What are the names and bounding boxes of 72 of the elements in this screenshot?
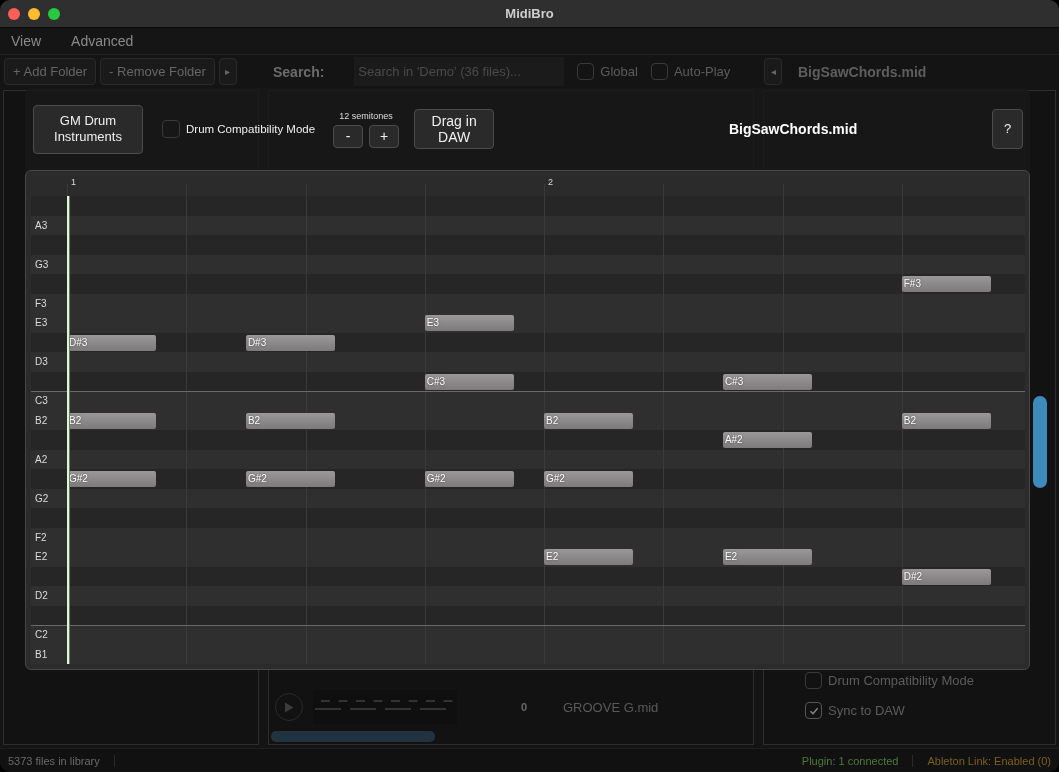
transpose-label: 12 semitones xyxy=(339,110,393,121)
close-button[interactable] xyxy=(8,8,20,20)
scrollbar[interactable] xyxy=(271,731,435,742)
note[interactable]: G#2 xyxy=(245,471,336,487)
note[interactable]: B2 xyxy=(245,412,336,429)
menu-item[interactable]: Advanced xyxy=(71,33,134,49)
key-label: E3 xyxy=(34,316,49,330)
count-text: 0 xyxy=(519,701,527,713)
checkbox-label: Drum Compatibility Mode xyxy=(186,123,316,135)
note[interactable]: C#3 xyxy=(424,373,515,390)
note[interactable]: B2 xyxy=(901,412,992,429)
note[interactable]: E3 xyxy=(424,315,515,331)
drum-instruments-button[interactable]: GM Drum Instruments xyxy=(33,104,143,154)
expand-button[interactable]: ▸ xyxy=(218,58,237,85)
key-label: G2 xyxy=(34,491,50,506)
file-title: BigSawChords.mid xyxy=(798,63,927,80)
minimize-button[interactable] xyxy=(28,8,40,20)
remove-folder-button[interactable]: - Remove Folder xyxy=(100,58,215,85)
key-label: A3 xyxy=(34,218,49,233)
checkbox-label: Sync to DAW xyxy=(828,703,905,718)
transpose-up-button[interactable]: + xyxy=(369,124,400,148)
file-name[interactable]: GROOVE G.mid xyxy=(563,699,659,715)
checkbox[interactable] xyxy=(162,120,180,138)
collapse-button[interactable]: ◂ xyxy=(764,58,782,85)
bar-number: 1 xyxy=(71,177,76,187)
dialog-title: BigSawChords.mid xyxy=(727,121,859,137)
key-label: F3 xyxy=(34,296,48,311)
note[interactable]: F#3 xyxy=(901,276,992,292)
drag-button[interactable]: Drag in DAW xyxy=(414,109,495,149)
note[interactable]: D#3 xyxy=(67,334,157,351)
note[interactable]: B2 xyxy=(544,412,634,429)
checkbox-label: Drum Compatibility Mode xyxy=(828,673,974,688)
key-label: C3 xyxy=(34,394,49,408)
key-label: D3 xyxy=(34,355,49,369)
key-label: C2 xyxy=(34,628,49,642)
help-button[interactable]: ? xyxy=(992,109,1023,149)
key-label: A2 xyxy=(34,452,49,467)
note[interactable]: B2 xyxy=(67,412,157,429)
checkbox-label: Auto-Play xyxy=(673,64,731,79)
bar-number: 2 xyxy=(548,177,553,187)
key-label: E2 xyxy=(34,550,49,564)
checkbox[interactable] xyxy=(577,63,595,80)
link-status: Ableton Link: Enabled (0) xyxy=(927,754,1051,767)
zoom-button[interactable] xyxy=(48,8,60,20)
key-label: D2 xyxy=(34,589,49,603)
checkbox[interactable] xyxy=(805,702,822,719)
note[interactable]: E2 xyxy=(544,549,634,565)
window-title: MidiBro xyxy=(505,6,554,21)
note[interactable]: A#2 xyxy=(722,432,813,448)
scrollbar[interactable] xyxy=(1033,396,1047,488)
checkbox[interactable] xyxy=(805,672,822,689)
note[interactable]: C#3 xyxy=(722,373,813,390)
checkbox-label: Global xyxy=(600,64,638,79)
search-label: Search: xyxy=(273,63,325,80)
play-icon xyxy=(284,701,294,713)
checkmark-icon xyxy=(808,705,819,716)
add-folder-button[interactable]: + Add Folder xyxy=(4,58,97,85)
plugin-status: Plugin: 1 connected xyxy=(801,754,899,767)
key-label: B1 xyxy=(34,647,49,662)
note[interactable]: G#2 xyxy=(424,471,515,487)
note[interactable]: D#3 xyxy=(245,334,336,351)
key-label: B2 xyxy=(34,413,49,428)
library-count: 5373 files in library xyxy=(8,754,100,767)
note[interactable]: E2 xyxy=(722,549,813,565)
transpose-down-button[interactable]: - xyxy=(333,124,364,148)
checkbox[interactable] xyxy=(650,63,668,80)
key-label: G3 xyxy=(34,257,50,272)
note[interactable]: D#2 xyxy=(901,568,992,585)
note[interactable]: G#2 xyxy=(544,471,634,487)
menu-item[interactable]: View xyxy=(11,33,42,49)
note[interactable]: G#2 xyxy=(67,471,157,487)
key-label: F2 xyxy=(34,530,48,545)
